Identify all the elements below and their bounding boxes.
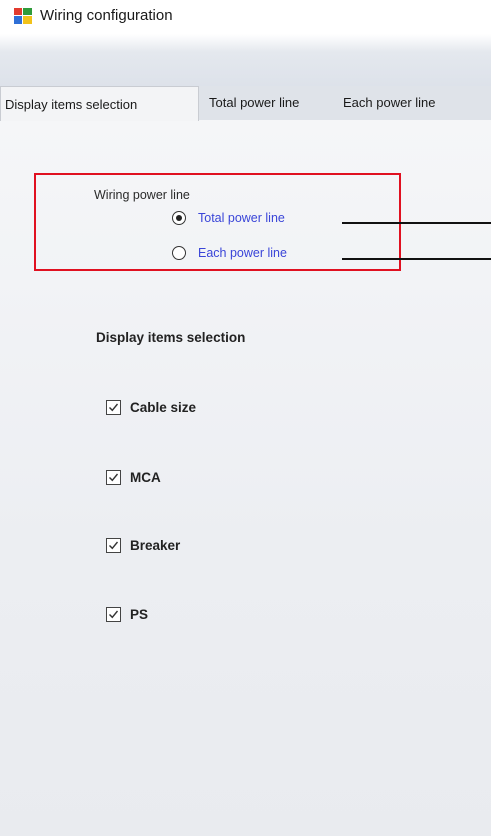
checkbox-label: Cable size: [130, 400, 197, 415]
checkbox-label: PS: [130, 607, 149, 622]
tab-total-power-line[interactable]: Total power line: [205, 86, 335, 118]
window-title: Wiring configuration: [40, 7, 173, 24]
checkbox-checked-icon[interactable]: [106, 607, 121, 622]
title-bar: Wiring configuration: [0, 0, 491, 34]
tab-each-power-line[interactable]: Each power line: [339, 86, 479, 118]
header-band: [0, 34, 491, 86]
checkbox-ps[interactable]: PS: [106, 607, 148, 622]
checkbox-breaker[interactable]: Breaker: [106, 538, 180, 553]
checkbox-cable-size[interactable]: Cable size: [106, 400, 196, 415]
tab-strip: Display items selection Total power line…: [0, 86, 491, 121]
pointer-line: [342, 258, 491, 260]
radio-each-power-line[interactable]: Each power line: [172, 246, 287, 260]
pointer-line: [342, 222, 491, 224]
tab-label: Each power line: [343, 94, 436, 110]
radio-total-power-line[interactable]: Total power line: [172, 211, 285, 225]
radio-button-selected[interactable]: [172, 211, 186, 225]
checkbox-mca[interactable]: MCA: [106, 470, 161, 485]
checkbox-checked-icon[interactable]: [106, 538, 121, 553]
checkbox-checked-icon[interactable]: [106, 470, 121, 485]
app-window-icon: [14, 8, 32, 24]
checkbox-label: Breaker: [130, 538, 181, 553]
checkbox-checked-icon[interactable]: [106, 400, 121, 415]
radio-label: Each power line: [198, 246, 287, 260]
tab-label: Total power line: [209, 94, 300, 110]
tab-label: Display items selection: [5, 96, 138, 112]
checkbox-label: MCA: [130, 470, 161, 485]
radio-label: Total power line: [198, 211, 285, 225]
tab-display-items-selection[interactable]: Display items selection: [0, 86, 199, 121]
radio-button[interactable]: [172, 246, 186, 260]
wiring-power-line-label: Wiring power line: [94, 188, 190, 202]
display-items-title: Display items selection: [96, 330, 246, 345]
